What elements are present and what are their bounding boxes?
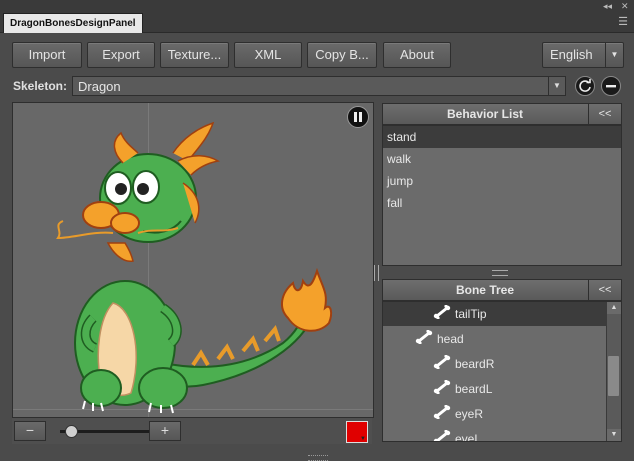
chevron-down-icon: ▼ [548,77,565,95]
skeleton-value: Dragon [78,79,121,94]
chevron-down-icon: ▼ [360,436,366,442]
bone-tree[interactable]: ▲ ▼ tailTip head beardR beardL eyeR eyeL [382,301,622,442]
bone-tree-item[interactable]: beardR [433,352,607,376]
vertical-splitter[interactable] [374,265,379,281]
panel-resize-grip[interactable] [308,455,328,461]
minus-circle-icon [606,85,616,88]
horizontal-splitter[interactable] [492,270,508,276]
bone-label: eyeL [455,432,482,442]
zoom-out-button[interactable]: − [14,421,46,441]
export-button[interactable]: Export [87,42,155,68]
bone-tree-header: Bone Tree << [382,279,622,301]
behavior-item[interactable]: walk [383,148,621,170]
language-select[interactable]: English ▼ [542,42,624,68]
behavior-item[interactable]: stand [383,126,621,148]
chevron-down-icon: ▼ [605,43,623,67]
bone-icon [433,378,451,402]
behavior-list-title: Behavior List [446,107,524,121]
about-button[interactable]: About [383,42,451,68]
stage-controls: − + ▼ [12,418,372,444]
bone-tree-title: Bone Tree [455,283,515,297]
panel-menu-icon[interactable]: ☰ [618,15,628,28]
bone-tree-item[interactable]: tailTip [383,302,607,326]
bone-icon [433,403,451,427]
scroll-up-icon[interactable]: ▲ [607,302,621,314]
texture-button[interactable]: Texture... [160,42,229,68]
close-panel-icon[interactable]: ✕ [621,0,629,12]
animation-stage[interactable] [12,102,374,418]
skeleton-label: Skeleton: [13,79,68,93]
bone-tree-item[interactable]: beardL [433,377,607,401]
bone-tree-item[interactable]: eyeL [433,427,607,442]
bone-icon [433,353,451,377]
bone-icon [415,328,433,352]
import-button[interactable]: Import [12,42,82,68]
language-value: English [550,47,593,62]
refresh-icon [579,79,591,92]
panel-top-strip: ◂◂ ✕ [0,0,634,12]
behavior-item[interactable]: jump [383,170,621,192]
bone-icon [433,428,451,441]
bone-icon [433,303,451,327]
remove-button[interactable] [601,76,621,96]
behavior-list-collapse-button[interactable]: << [588,104,621,124]
panel-tab[interactable]: DragonBonesDesignPanel [3,13,143,33]
refresh-button[interactable] [575,76,595,96]
zoom-slider-handle[interactable] [64,425,78,438]
skeleton-select[interactable]: Dragon ▼ [72,76,566,96]
dragon-character [56,121,333,414]
bone-tree-scrollbar[interactable]: ▲ ▼ [606,302,621,441]
scrollbar-thumb[interactable] [608,356,619,396]
copy-button[interactable]: Copy B... [307,42,377,68]
bone-tree-item[interactable]: head [415,327,607,351]
behavior-item[interactable]: fall [383,192,621,214]
xml-button[interactable]: XML [234,42,302,68]
bone-label: eyeR [455,407,484,421]
bone-tree-item[interactable]: eyeR [433,402,607,426]
bone-label: beardR [455,357,495,371]
bone-label: head [437,332,464,346]
bone-label: tailTip [455,307,487,321]
behavior-list[interactable]: stand walk jump fall [382,125,622,266]
scroll-down-icon[interactable]: ▼ [607,429,621,441]
bone-label: beardL [455,382,493,396]
collapse-panel-icon[interactable]: ◂◂ [603,0,612,12]
bone-tree-collapse-button[interactable]: << [588,280,621,300]
zoom-in-button[interactable]: + [149,421,181,441]
background-color-swatch[interactable]: ▼ [346,421,368,443]
behavior-list-header: Behavior List << [382,103,622,125]
